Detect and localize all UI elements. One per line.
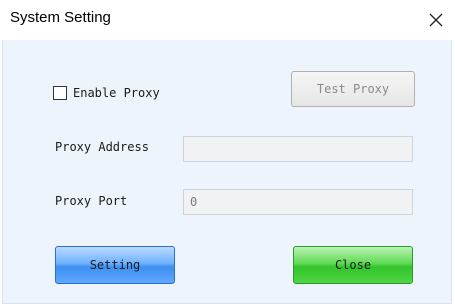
title-bar: System Setting <box>0 0 455 40</box>
proxy-port-label: Proxy Port <box>55 194 128 208</box>
proxy-address-label: Proxy Address <box>55 140 149 154</box>
system-setting-dialog: System Setting Enable Proxy Test Proxy P… <box>0 0 455 307</box>
proxy-address-field[interactable] <box>183 136 413 162</box>
test-proxy-button[interactable]: Test Proxy <box>291 71 415 107</box>
dialog-content: Enable Proxy Test Proxy Proxy Address Pr… <box>2 40 452 304</box>
setting-button[interactable]: Setting <box>55 246 175 284</box>
dialog-title: System Setting <box>10 9 111 26</box>
enable-proxy-checkbox[interactable]: Enable Proxy <box>53 86 160 100</box>
proxy-port-field[interactable]: 0 <box>183 189 413 215</box>
checkbox-box[interactable] <box>53 86 67 100</box>
close-icon <box>429 13 443 27</box>
close-window-button[interactable] <box>420 4 452 36</box>
close-button[interactable]: Close <box>293 246 413 284</box>
enable-proxy-label: Enable Proxy <box>73 86 160 100</box>
